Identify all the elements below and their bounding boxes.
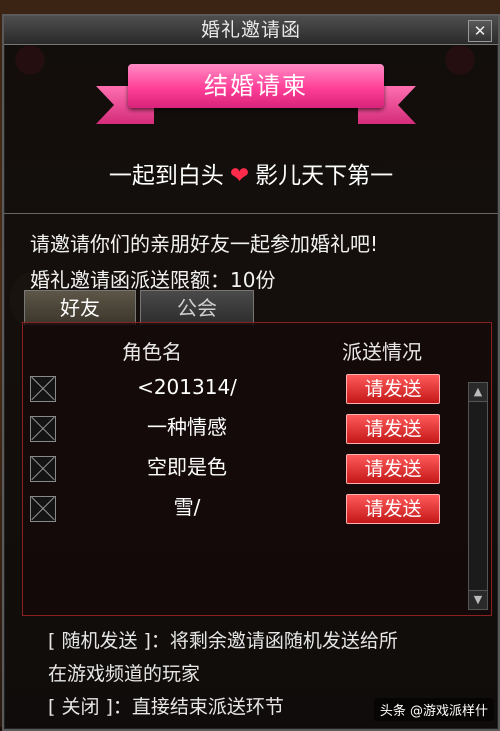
send-button[interactable]: 请发送 [346, 454, 440, 484]
close-help: [ 关闭 ]：直接结束派送环节 [48, 696, 284, 718]
invite-instruction: 请邀请你们的亲朋好友一起参加婚礼吧! [30, 232, 379, 256]
scroll-down-icon[interactable]: ▼ [469, 590, 487, 609]
column-header-status: 派送情况 [342, 340, 422, 364]
dialog-title: 婚礼邀请函 [200, 19, 301, 41]
partner-right-name: 影儿天下第一 [255, 163, 394, 189]
tab-friends[interactable]: 好友 [24, 290, 136, 325]
row-checkbox[interactable] [30, 376, 56, 402]
table-row: 空即是色 请发送 [24, 452, 454, 486]
recipient-name: 一种情感 [147, 415, 227, 439]
invite-quota: 婚礼邀请函派送限额：10份 [30, 268, 276, 292]
ribbon-banner: 结婚请柬 [128, 64, 384, 108]
row-checkbox[interactable] [30, 456, 56, 482]
recipient-name: <201314/ [137, 375, 237, 399]
table-row: <201314/ 请发送 [24, 372, 454, 406]
random-send-help: [ 随机发送 ]：将剩余邀请函随机发送给所 [48, 630, 398, 652]
scroll-up-icon[interactable]: ▲ [469, 383, 487, 402]
row-checkbox[interactable] [30, 496, 56, 522]
send-button[interactable]: 请发送 [346, 414, 440, 444]
table-row: 一种情感 请发送 [24, 412, 454, 446]
title-bar[interactable]: 婚礼邀请函 ✕ [4, 16, 498, 45]
row-checkbox[interactable] [30, 416, 56, 442]
wedding-invitation-dialog: 婚礼邀请函 ✕ 结婚请柬 一起到白头 ❤ 影儿天下第一 请邀请你们的亲朋好友一起参加… [2, 14, 500, 731]
table-row: 雪/ 请发送 [24, 492, 454, 526]
tab-guild[interactable]: 公会 [140, 290, 254, 325]
heart-icon: ❤ [229, 163, 250, 189]
ribbon-title: 结婚请柬 [204, 72, 308, 100]
random-send-help-cont: 在游戏频道的玩家 [48, 663, 201, 685]
divider [4, 213, 498, 214]
send-button[interactable]: 请发送 [346, 374, 440, 404]
couple-names: 一起到白头 ❤ 影儿天下第一 [4, 156, 498, 190]
list-scrollbar[interactable]: ▲ ▼ [468, 382, 488, 610]
invitation-ribbon: 结婚请柬 [96, 64, 416, 124]
column-header-name: 角色名 [122, 340, 182, 364]
partner-left-name: 一起到白头 [108, 163, 224, 189]
close-icon[interactable]: ✕ [468, 20, 492, 42]
send-button[interactable]: 请发送 [346, 494, 440, 524]
recipient-name: 空即是色 [147, 455, 227, 479]
watermark: 头条 @游戏派样什 [373, 698, 494, 721]
recipient-name: 雪/ [173, 495, 201, 519]
